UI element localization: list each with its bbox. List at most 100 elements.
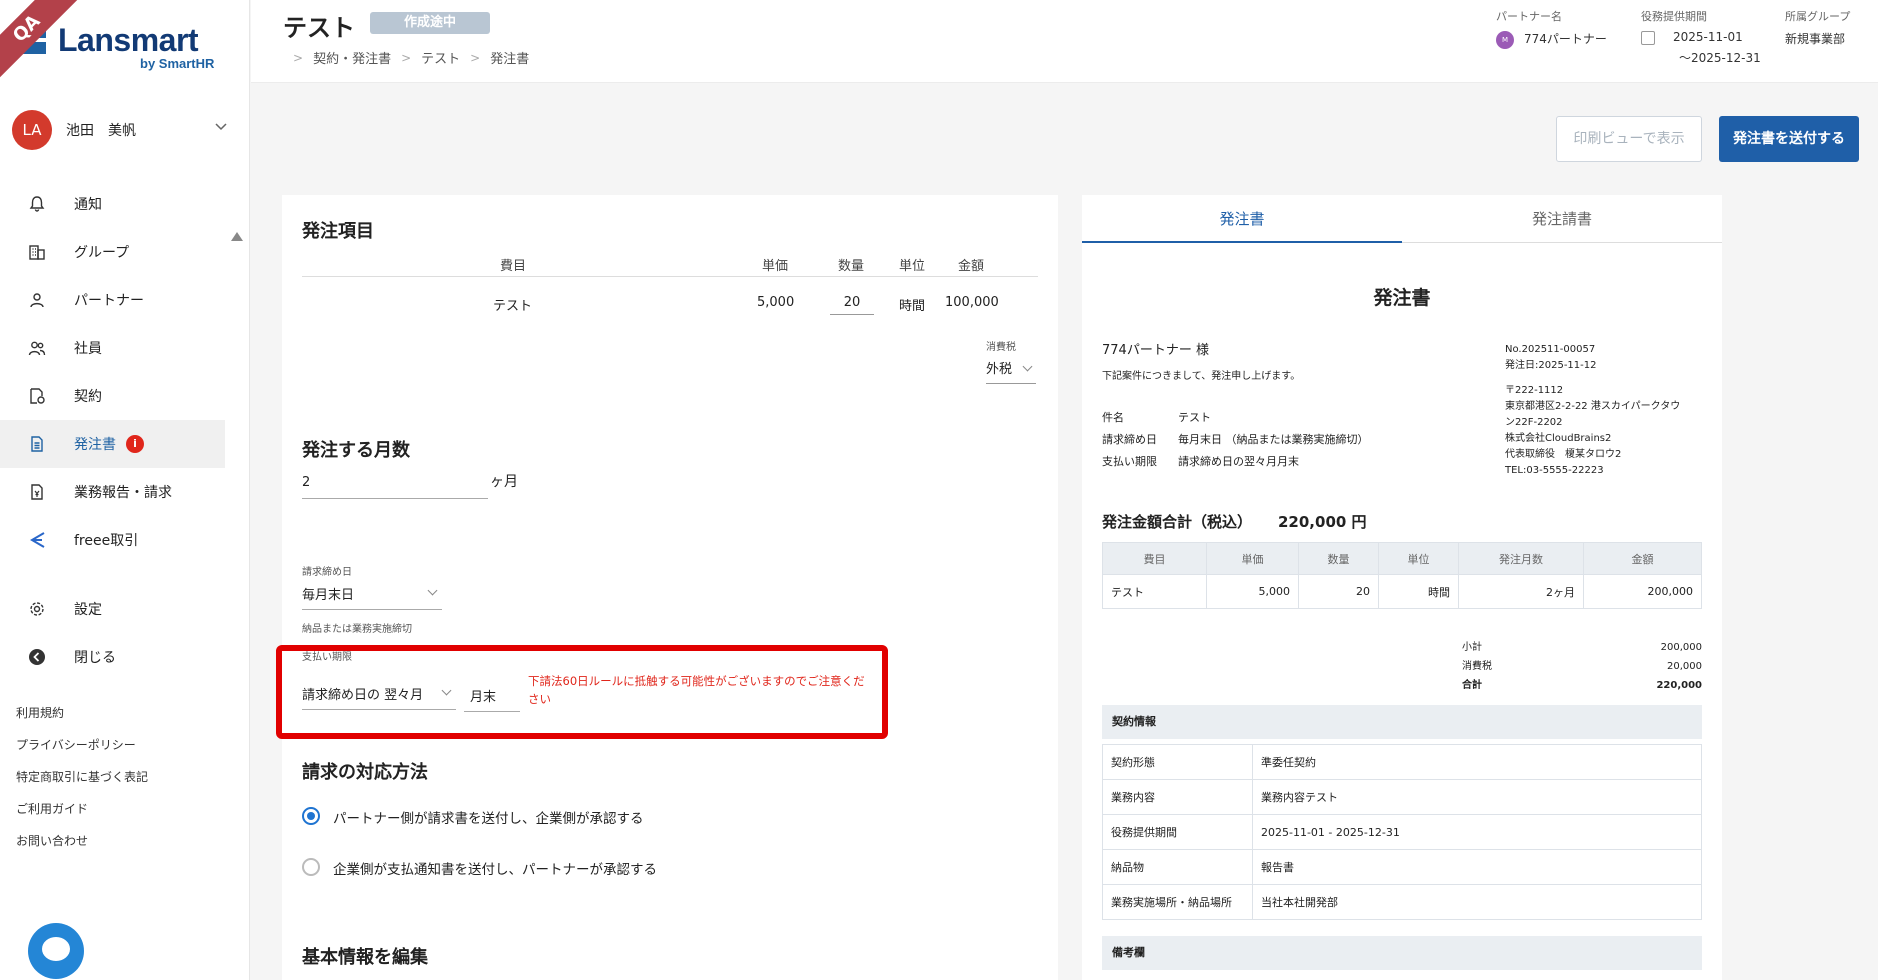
sidebar-item-groups[interactable]: グループ	[0, 228, 225, 276]
issuer-address-2: ン22F-2202	[1505, 417, 1563, 428]
totals-block: 小計 200,000 消費税 20,000 合計 220,000	[1462, 638, 1702, 695]
closing-label: 請求締め日	[302, 567, 352, 578]
issuer-address: 東京都港区2-2-22 港スカイパークタウ	[1505, 401, 1681, 412]
closing-select[interactable]: 毎月末日	[302, 584, 442, 610]
billing-option-partner-radio[interactable]	[302, 807, 320, 825]
cell: 2025-11-01 - 2025-12-31	[1252, 814, 1702, 850]
item-unit-price: 5,000	[757, 295, 795, 310]
closing-value: 毎月末日	[302, 588, 355, 603]
column-header-amount: 金額	[958, 259, 985, 274]
column-header-item: 費目	[500, 259, 527, 274]
billing-option-label: 企業側が支払通知書を送付し、パートナーが承認する	[333, 862, 657, 878]
sidebar-item-notifications[interactable]: 通知	[0, 180, 225, 228]
meta-key: 件名	[1102, 411, 1124, 424]
user-menu[interactable]: LA 池田 美帆	[12, 108, 232, 152]
tab-order-acceptance[interactable]: 発注請書	[1402, 195, 1722, 243]
send-order-button[interactable]: 発注書を送付する	[1719, 116, 1859, 162]
terms-link[interactable]: 利用規約	[16, 697, 148, 729]
grand-total-value: 220,000	[1656, 680, 1702, 691]
sidebar-item-partners[interactable]: パートナー	[0, 276, 225, 324]
cell: 5,000	[1206, 574, 1299, 609]
cell: 20	[1298, 574, 1379, 609]
doc-title: 発注書	[1373, 287, 1431, 309]
chevron-down-icon[interactable]	[214, 120, 228, 134]
recipient: 774パートナー 様	[1102, 343, 1209, 358]
months-title: 発注する月数	[302, 440, 410, 461]
meta-value: テスト	[1178, 411, 1211, 424]
chevron-down-icon	[427, 585, 438, 596]
meta-key: 支払い期限	[1102, 455, 1157, 468]
tax-select[interactable]: 外税	[986, 358, 1036, 384]
subtotal-label: 小計	[1462, 642, 1482, 653]
table-row: 納品物 報告書	[1102, 849, 1702, 885]
sidebar-item-close[interactable]: 閉じる	[0, 633, 225, 681]
table-row: 業務内容 業務内容テスト	[1102, 779, 1702, 815]
item-unit: 時間	[899, 299, 926, 314]
partner-info: パートナー名 M 774パートナー	[1496, 8, 1607, 49]
order-items-table: 費目 単価 数量 単位 金額 テスト 5,000 20 時間 100,000	[302, 255, 1038, 327]
partner-avatar: M	[1496, 30, 1514, 49]
breadcrumb-item[interactable]: テスト	[421, 48, 460, 67]
contact-link[interactable]: お問い合わせ	[16, 825, 148, 857]
sidebar-item-label: 契約	[74, 389, 102, 405]
sidebar-item-contracts[interactable]: 契約	[0, 372, 225, 420]
collapse-icon	[29, 649, 45, 665]
sidebar-item-label: 業務報告・請求	[74, 485, 172, 501]
tax-value: 20,000	[1667, 661, 1702, 672]
contract-info-heading: 契約情報	[1102, 705, 1702, 739]
sidebar-item-label: 通知	[74, 197, 102, 213]
cell: 当社本社開発部	[1252, 884, 1702, 920]
doc-meta: 件名 テスト 請求締め日 毎月末日 （納品または業務実施締切） 支払い期限 請求締め日…	[1102, 407, 1462, 473]
cell: 業務内容テスト	[1252, 779, 1702, 815]
chevron-right-icon: >	[293, 50, 304, 65]
sidebar-item-settings[interactable]: 設定	[0, 585, 225, 633]
column-header: 金額	[1583, 542, 1702, 575]
column-header: 単価	[1206, 542, 1299, 575]
calendar-icon	[1641, 30, 1655, 45]
scroll-up-arrow[interactable]	[231, 232, 243, 241]
breadcrumb-item[interactable]: 契約・発注書	[313, 48, 391, 67]
sidebar-item-purchase-orders[interactable]: 発注書 i	[0, 420, 225, 468]
table-header: 費目 単価 数量 単位 発注月数 金額	[1102, 542, 1702, 575]
sidebar-item-employees[interactable]: 社員	[0, 324, 225, 372]
cell: 準委任契約	[1252, 744, 1702, 780]
document-icon	[31, 436, 43, 452]
billing-option-company-radio[interactable]	[302, 858, 320, 876]
months-input[interactable]: 2	[302, 471, 488, 499]
sidebar-secondary-nav: 設定 閉じる	[0, 585, 225, 681]
cell: 業務実施場所・納品場所	[1102, 884, 1253, 920]
tab-purchase-order[interactable]: 発注書	[1082, 195, 1402, 243]
cell: 時間	[1378, 574, 1459, 609]
table-row: テスト 5,000 20 時間 100,000	[302, 277, 1038, 327]
logo[interactable]: Lansmart by SmartHR	[18, 22, 218, 77]
sidebar-item-label: 社員	[74, 341, 102, 357]
info-badge-icon: i	[126, 435, 144, 453]
gear-icon	[30, 602, 44, 616]
guide-link[interactable]: ご利用ガイド	[16, 793, 148, 825]
privacy-link[interactable]: プライバシーポリシー	[16, 729, 148, 761]
table-row: テスト 5,000 20 時間 2ヶ月 200,000	[1102, 574, 1702, 609]
sidebar-item-reports-invoices[interactable]: 業務報告・請求	[0, 468, 225, 516]
print-view-button[interactable]: 印刷ビューで表示	[1556, 116, 1702, 162]
contract-info-table: 契約形態 準委任契約 業務内容 業務内容テスト 役務提供期間 2025-11-01 -…	[1102, 744, 1702, 920]
order-items-title: 発注項目	[302, 221, 374, 242]
closing-hint: 納品または業務実施締切	[302, 624, 412, 635]
invoice-icon	[31, 484, 43, 500]
people-icon	[28, 341, 46, 356]
sidebar-item-freee[interactable]: freee取引	[0, 516, 225, 564]
page-header: テスト 作成途中 > 契約・発注書 > テスト > 発注書 パートナー名 M 77…	[251, 0, 1878, 83]
issuer-representative: 代表取締役 榎某タロウ2	[1505, 449, 1622, 460]
commerce-law-link[interactable]: 特定商取引に基づく表記	[16, 761, 148, 793]
column-header-unit: 単位	[899, 259, 926, 274]
total-value: 220,000 円	[1278, 513, 1367, 531]
sidebar: Lansmart by SmartHR QA LA 池田 美帆 通知 グループ …	[0, 0, 250, 980]
partner-label: パートナー名	[1496, 10, 1562, 23]
footer-links: 利用規約 プライバシーポリシー 特定商取引に基づく表記 ご利用ガイド お問い合わ…	[16, 697, 148, 857]
chat-support-icon[interactable]	[28, 923, 84, 979]
item-qty-input[interactable]: 20	[830, 295, 874, 315]
remarks-heading: 備考欄	[1102, 936, 1702, 970]
column-header: 単位	[1378, 542, 1459, 575]
meta-value: 毎月末日 （納品または業務実施締切）	[1178, 433, 1369, 446]
item-name: テスト	[493, 299, 533, 314]
logo-text: Lansmart	[58, 22, 199, 58]
